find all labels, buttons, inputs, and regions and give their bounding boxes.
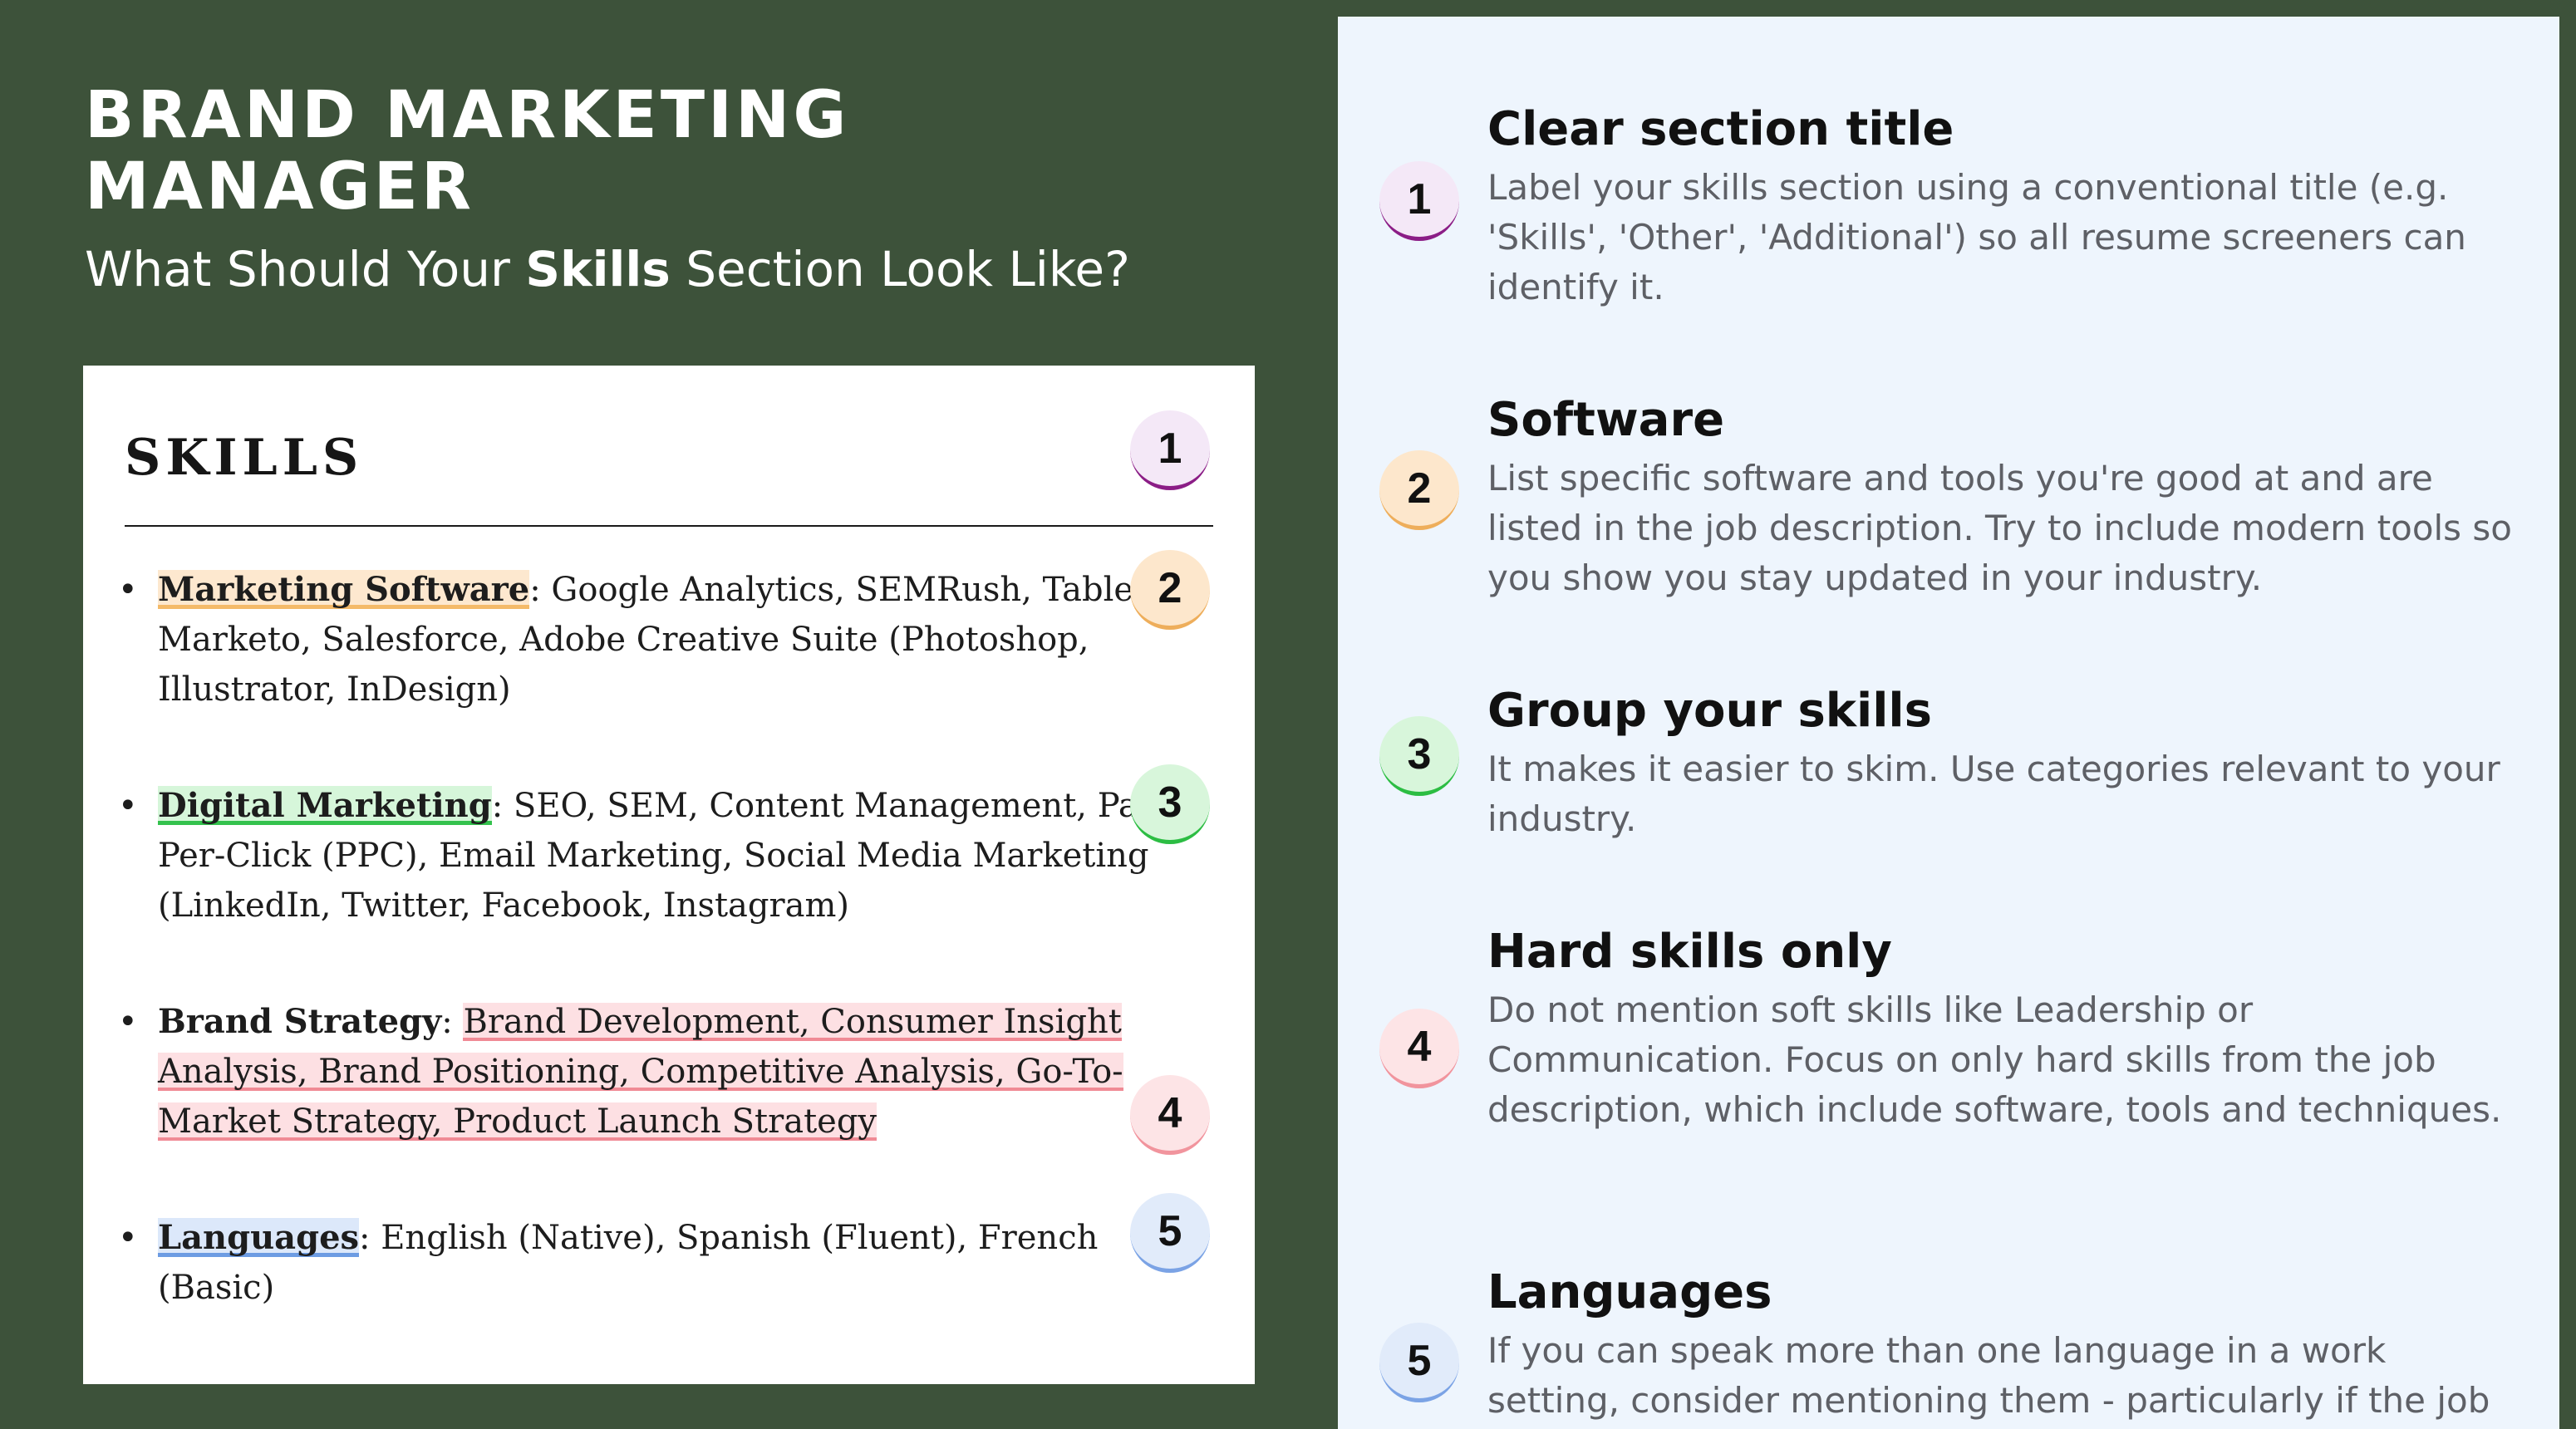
tip-marker-4: 4 (1379, 1009, 1459, 1088)
skill-item-text: Languages: English (Native), Spanish (Fl… (158, 1213, 1238, 1313)
marker-4: 4 (1130, 1075, 1210, 1155)
skills-section-heading: SKILLS (125, 429, 364, 487)
page-title: BRAND MARKETING MANAGER (85, 78, 850, 224)
tip-description: Do not mention soft skills like Leadersh… (1487, 989, 2502, 1130)
tip-description: It makes it easier to skim. Use categori… (1487, 749, 2500, 839)
bullet: • (118, 787, 138, 825)
skill-item-text: Brand Strategy: Brand Development, Consu… (158, 997, 1238, 1147)
tip-description: Label your skills section using a conven… (1487, 167, 2466, 307)
tip-description: If you can speak more than one language … (1487, 1330, 2490, 1421)
bullet: • (118, 1003, 138, 1041)
tips-panel: Clear section title 1 Label your skills … (1338, 17, 2559, 1429)
tip-marker-5: 5 (1379, 1323, 1459, 1402)
skill-category: Digital Marketing (158, 786, 492, 825)
section-divider (125, 525, 1213, 527)
page-subtitle: What Should Your Skills Section Look Lik… (85, 234, 1298, 304)
marker-2: 2 (1130, 550, 1210, 630)
skill-item-brand-strategy: • Brand Strategy: Brand Development, Con… (118, 997, 1238, 1147)
skill-item-text: Marketing Software: Google Analytics, SE… (158, 565, 1238, 714)
tip-title: Clear section title (1487, 102, 1954, 156)
tip-title: Hard skills only (1487, 925, 1892, 979)
skill-category: Brand Strategy (158, 1002, 442, 1041)
bullet: • (118, 1219, 138, 1257)
skill-separator: : (359, 1219, 381, 1257)
resume-skills-card: SKILLS 1 • Marketing Software: Google An… (83, 366, 1255, 1384)
skill-separator: : (441, 1003, 464, 1041)
tip-title: Group your skills (1487, 684, 1932, 738)
tip-title: Languages (1487, 1265, 1772, 1319)
subtitle-prefix: What Should Your (85, 241, 526, 297)
marker-5: 5 (1130, 1193, 1210, 1273)
skill-item-languages: • Languages: English (Native), Spanish (… (118, 1213, 1238, 1313)
skill-category: Languages (158, 1218, 360, 1257)
marker-1: 1 (1130, 410, 1210, 490)
marker-3: 3 (1130, 764, 1210, 844)
skill-category: Marketing Software (158, 570, 530, 609)
tip-description: List specific software and tools you're … (1487, 458, 2512, 598)
tip-title: Software (1487, 393, 1725, 447)
skill-item-digital-marketing: • Digital Marketing: SEO, SEM, Content M… (118, 781, 1238, 931)
tip-marker-1: 1 (1379, 161, 1459, 241)
skill-item-marketing-software: • Marketing Software: Google Analytics, … (118, 565, 1238, 714)
tip-marker-3: 3 (1379, 716, 1459, 796)
subtitle-emphasis: Skills (525, 241, 671, 297)
skill-separator: : (529, 571, 552, 609)
skill-item-text: Digital Marketing: SEO, SEM, Content Man… (158, 781, 1238, 931)
bullet: • (118, 571, 138, 609)
tip-marker-2: 2 (1379, 450, 1459, 530)
skill-separator: : (491, 787, 514, 825)
subtitle-suffix: Section Look Like? (670, 241, 1130, 297)
